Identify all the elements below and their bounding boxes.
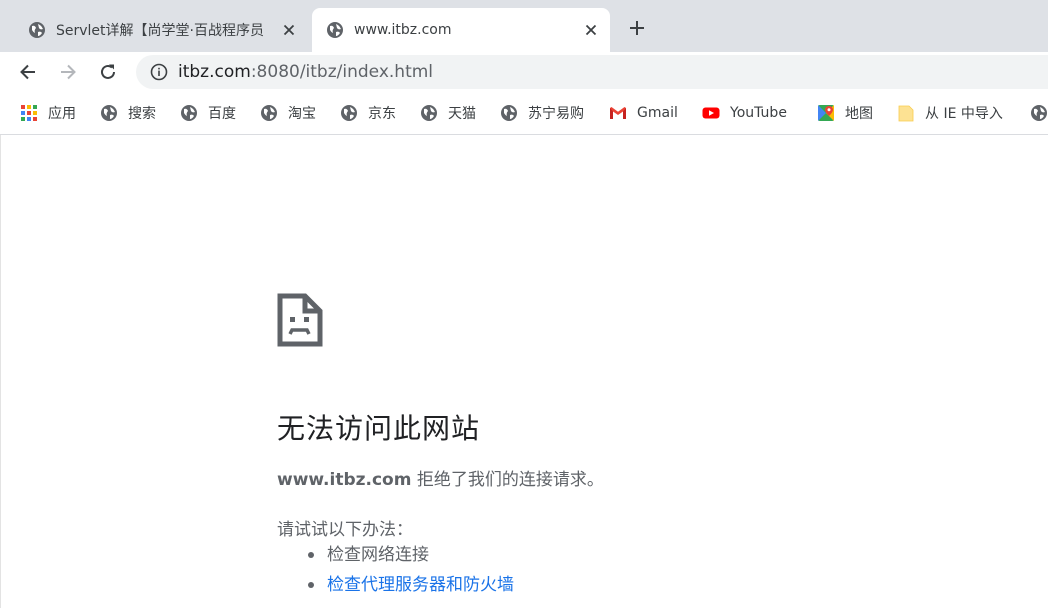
- bookmark-suning[interactable]: 苏宁易购: [500, 103, 584, 123]
- apps-grid-icon: [21, 105, 37, 121]
- bookmark-apps[interactable]: 应用: [20, 103, 76, 123]
- globe-icon: [261, 105, 277, 121]
- error-host: www.itbz.com: [277, 470, 412, 490]
- back-button[interactable]: [14, 58, 42, 86]
- bookmark-taobao[interactable]: 淘宝: [260, 103, 316, 123]
- tab-title: www.itbz.com: [354, 22, 452, 38]
- url-text: itbz.com:8080/itbz/index.html: [178, 62, 433, 82]
- bookmark-label: 从 IE 中导入: [925, 106, 1003, 122]
- forward-arrow-icon: [61, 64, 76, 80]
- youtube-icon: [702, 107, 720, 119]
- globe-icon: [326, 21, 344, 39]
- error-message: 拒绝了我们的连接请求。: [416, 470, 604, 490]
- error-title: 无法访问此网站: [277, 412, 481, 445]
- bookmark-label: Gmail: [637, 105, 678, 121]
- url-host: itbz.com: [178, 62, 251, 82]
- error-page: 无法访问此网站 www.itbz.com 拒绝了我们的连接请求。 请试试以下办法…: [0, 135, 1048, 608]
- maps-icon: [818, 105, 834, 121]
- toolbar: itbz.com:8080/itbz/index.html: [0, 52, 1048, 92]
- bookmark-baidu[interactable]: 百度: [180, 103, 236, 123]
- bookmark-label: 地图: [845, 106, 873, 122]
- globe-icon: [341, 105, 357, 121]
- plus-icon: [630, 21, 644, 35]
- reload-icon: [101, 64, 115, 79]
- url-path: :8080/itbz/index.html: [250, 62, 434, 82]
- suggestion-check-proxy-link[interactable]: 检查代理服务器和防火墙: [308, 570, 514, 600]
- info-icon[interactable]: [150, 63, 168, 81]
- bookmark-gmail[interactable]: Gmail: [609, 103, 678, 123]
- tab-title: Servlet详解【尚学堂·百战程序员: [56, 23, 264, 39]
- window-edge: [0, 135, 1, 608]
- globe-icon: [28, 21, 46, 39]
- suggestion-check-network: 检查网络连接: [308, 540, 514, 570]
- bookmark-youtube[interactable]: YouTube: [702, 103, 787, 123]
- bookmark-label: 苏宁易购: [528, 106, 584, 122]
- sad-page-icon: [277, 293, 323, 347]
- bookmark-tmall[interactable]: 天猫: [420, 103, 476, 123]
- bookmark-label: YouTube: [730, 105, 787, 121]
- close-tab-icon[interactable]: [582, 21, 600, 39]
- new-tab-button[interactable]: [626, 17, 648, 39]
- address-bar[interactable]: itbz.com:8080/itbz/index.html: [136, 55, 1048, 89]
- reload-button[interactable]: [94, 58, 122, 86]
- back-arrow-icon: [20, 64, 35, 80]
- bookmark-label: 天猫: [448, 106, 476, 122]
- tab-strip: Servlet详解【尚学堂·百战程序员 www.itbz.com: [0, 0, 1048, 52]
- folder-icon: [898, 105, 914, 122]
- error-description: www.itbz.com 拒绝了我们的连接请求。: [277, 465, 604, 490]
- bookmark-maps[interactable]: 地图: [817, 103, 873, 123]
- bookmark-overflow[interactable]: [1030, 103, 1048, 123]
- bookmark-jd[interactable]: 京东: [340, 103, 396, 123]
- globe-icon: [101, 105, 117, 121]
- bookmark-label: 百度: [208, 106, 236, 122]
- bookmark-search[interactable]: 搜索: [100, 103, 156, 123]
- close-tab-icon[interactable]: [280, 21, 298, 39]
- globe-icon: [181, 105, 197, 121]
- bookmark-label: 淘宝: [288, 106, 316, 122]
- bookmark-folder-ie[interactable]: 从 IE 中导入: [897, 103, 1003, 123]
- gmail-icon: [610, 107, 626, 119]
- tab-itbz[interactable]: www.itbz.com: [312, 8, 610, 52]
- tab-servlet[interactable]: Servlet详解【尚学堂·百战程序员: [14, 8, 308, 52]
- globe-icon: [421, 105, 437, 121]
- globe-icon: [501, 105, 517, 121]
- forward-button[interactable]: [54, 58, 82, 86]
- bookmark-label: 搜索: [128, 106, 156, 122]
- suggestions-list: 检查网络连接 检查代理服务器和防火墙: [277, 540, 514, 600]
- globe-icon: [1031, 105, 1047, 121]
- bookmark-label: 京东: [368, 106, 396, 122]
- bookmark-label: 应用: [48, 106, 76, 122]
- suggestions-label: 请试试以下办法：: [277, 520, 413, 540]
- bookmarks-bar: 应用 搜索 百度 淘宝 京东 天猫 苏宁易购 Gmail YouTube 地图 …: [0, 92, 1048, 135]
